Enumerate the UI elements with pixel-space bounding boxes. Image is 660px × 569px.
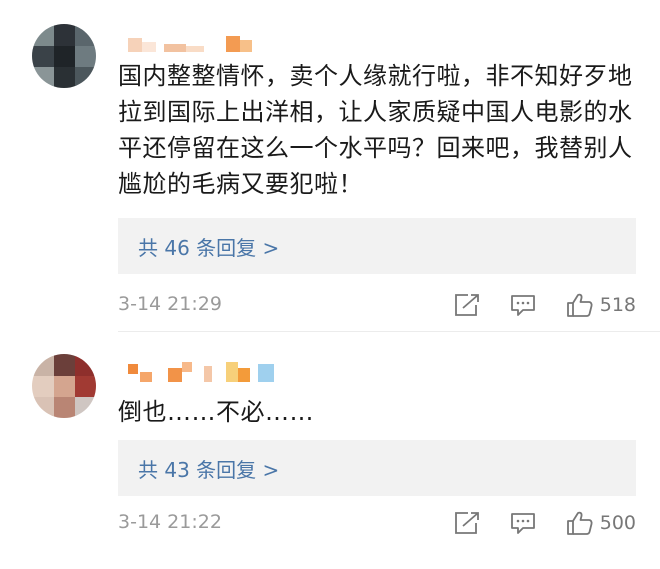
replies-box: 共 46 条回复 > <box>118 218 636 274</box>
avatar[interactable] <box>32 354 96 418</box>
share-button[interactable] <box>454 293 480 317</box>
comment-icon <box>510 295 535 316</box>
comment-item: 国内整整情怀，卖个人缘就行啦，非不知好歹地拉到国际上出洋相，让人家质疑中国人电影… <box>0 0 660 331</box>
like-icon <box>566 293 593 317</box>
comment-text: 国内整整情怀，卖个人缘就行啦，非不知好歹地拉到国际上出洋相，让人家质疑中国人电影… <box>118 62 633 198</box>
view-replies-link[interactable]: 共 43 条回复 > <box>138 454 279 483</box>
share-icon <box>454 294 479 316</box>
share-icon <box>454 512 479 534</box>
like-count: 500 <box>599 512 636 534</box>
replies-box: 共 43 条回复 > <box>118 440 636 496</box>
timestamp: 3-14 21:29 <box>118 293 222 315</box>
comment-button[interactable] <box>510 293 536 317</box>
comment-icon <box>510 513 535 534</box>
view-replies-link[interactable]: 共 46 条回复 > <box>138 232 279 261</box>
like-icon <box>566 511 593 535</box>
like-button[interactable]: 518 <box>566 292 636 318</box>
comment-meta: 3-14 21:29 518 <box>118 290 636 320</box>
like-button[interactable]: 500 <box>566 510 636 536</box>
comment-meta: 3-14 21:22 500 <box>118 508 636 538</box>
like-count: 518 <box>599 294 636 316</box>
timestamp: 3-14 21:22 <box>118 511 222 533</box>
comment-actions: 500 <box>424 508 636 538</box>
comment-item: 倒也……不必…… 共 43 条回复 > 3-14 21:22 500 <box>0 332 660 569</box>
comment-button[interactable] <box>510 511 536 535</box>
comment-text: 倒也……不必…… <box>118 398 314 426</box>
share-button[interactable] <box>454 511 480 535</box>
avatar[interactable] <box>32 24 96 88</box>
comment-actions: 518 <box>424 290 636 320</box>
